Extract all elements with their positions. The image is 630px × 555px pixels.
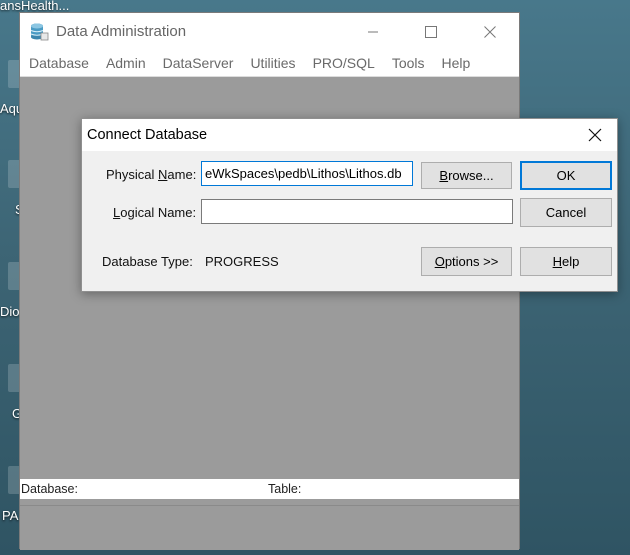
connect-database-dialog: Connect Database Physical Name: eWkSpace… (81, 118, 618, 292)
logical-name-input[interactable] (201, 199, 513, 224)
logical-name-label: Logical Name: (113, 205, 197, 220)
physical-name-label: Physical Name: (106, 167, 197, 182)
menu-utilities[interactable]: Utilities (241, 55, 303, 71)
ok-button[interactable]: OK (520, 161, 612, 190)
desktop-icon-label[interactable]: PA (2, 508, 18, 523)
database-type-value: PROGRESS (205, 254, 279, 269)
help-button[interactable]: Help (520, 247, 612, 276)
dialog-close-button[interactable] (573, 119, 617, 151)
options-button[interactable]: Options >> (421, 247, 512, 276)
status-database-label: Database: (21, 482, 78, 496)
dialog-title: Connect Database (87, 127, 208, 143)
physical-name-input[interactable]: eWkSpaces\pedb\Lithos\Lithos.db (201, 161, 413, 186)
minimize-icon (368, 31, 378, 32)
maximize-button[interactable] (406, 13, 456, 50)
bottom-panel (20, 505, 519, 550)
main-titlebar[interactable]: Data Administration (20, 13, 519, 50)
menu-help[interactable]: Help (433, 55, 479, 71)
menu-tools[interactable]: Tools (383, 55, 433, 71)
status-table-label: Table: (268, 482, 302, 496)
menu-admin[interactable]: Admin (97, 55, 154, 71)
menu-bar: Database Admin DataServer Utilities PRO/… (20, 50, 519, 77)
menu-pro-sql[interactable]: PRO/SQL (304, 55, 383, 71)
minimize-button[interactable] (348, 13, 398, 50)
menu-database[interactable]: Database (20, 55, 97, 71)
maximize-icon (425, 25, 437, 38)
cancel-button[interactable]: Cancel (520, 198, 612, 227)
dialog-titlebar[interactable]: Connect Database (82, 119, 617, 151)
close-icon (484, 25, 496, 38)
close-button[interactable] (465, 13, 515, 50)
menu-dataserver[interactable]: DataServer (154, 55, 242, 71)
database-icon (30, 23, 49, 40)
status-bar: Database: Table: (20, 479, 519, 499)
database-type-label: Database Type: (102, 254, 193, 269)
browse-button[interactable]: Browse... (421, 162, 512, 189)
window-title: Data Administration (56, 23, 187, 40)
close-icon (588, 128, 602, 142)
